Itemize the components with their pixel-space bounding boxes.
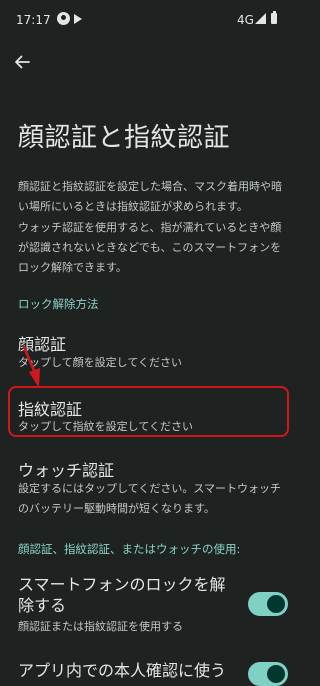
- face-unlock-subtitle: タップして顔を設定してください: [18, 356, 183, 369]
- section-header-unlock-methods: ロック解除方法: [18, 297, 99, 311]
- signal-icon: [255, 13, 266, 24]
- annotation-highlight-box: [8, 386, 289, 437]
- notification-icon: [57, 12, 70, 25]
- toggle-knob: [267, 595, 285, 613]
- description-text: 顔認証と指紋認証を設定した場合、マスク着用時や暗い場所にいるときは指紋認証が求め…: [18, 180, 282, 213]
- watch-description-text: ウォッチ認証を使用すると、指が濡れているときや顔が認識されないときなどでも、この…: [18, 221, 282, 274]
- face-unlock-title: 顔認証: [18, 335, 67, 354]
- status-bar: 17:17 4G: [0, 0, 300, 40]
- unlock-phone-title: スマートフォンのロックを解除する: [18, 575, 226, 615]
- in-app-toggle[interactable]: [248, 662, 288, 686]
- unlock-phone-toggle[interactable]: [248, 592, 288, 616]
- network-type: 4G: [237, 13, 254, 27]
- section-header-usage: 顔認証、指紋認証、またはウォッチの使用:: [18, 542, 241, 556]
- status-time: 17:17: [16, 13, 51, 27]
- unlock-phone-subtitle: 顔認証または指紋認証を使用する: [18, 620, 183, 633]
- play-store-icon: [74, 14, 82, 24]
- arrow-back-icon[interactable]: [12, 52, 32, 72]
- watch-unlock-title: ウォッチ認証: [18, 461, 115, 480]
- toggle-knob: [267, 665, 285, 683]
- watch-unlock-subtitle: 設定するにはタップしてください。スマートウォッチのバッテリー駆動時間が短くなりま…: [18, 482, 282, 515]
- page-title: 顔認証と指紋認証: [18, 123, 231, 153]
- in-app-title: アプリ内での本人確認に使う: [18, 661, 227, 680]
- battery-icon: [271, 11, 277, 24]
